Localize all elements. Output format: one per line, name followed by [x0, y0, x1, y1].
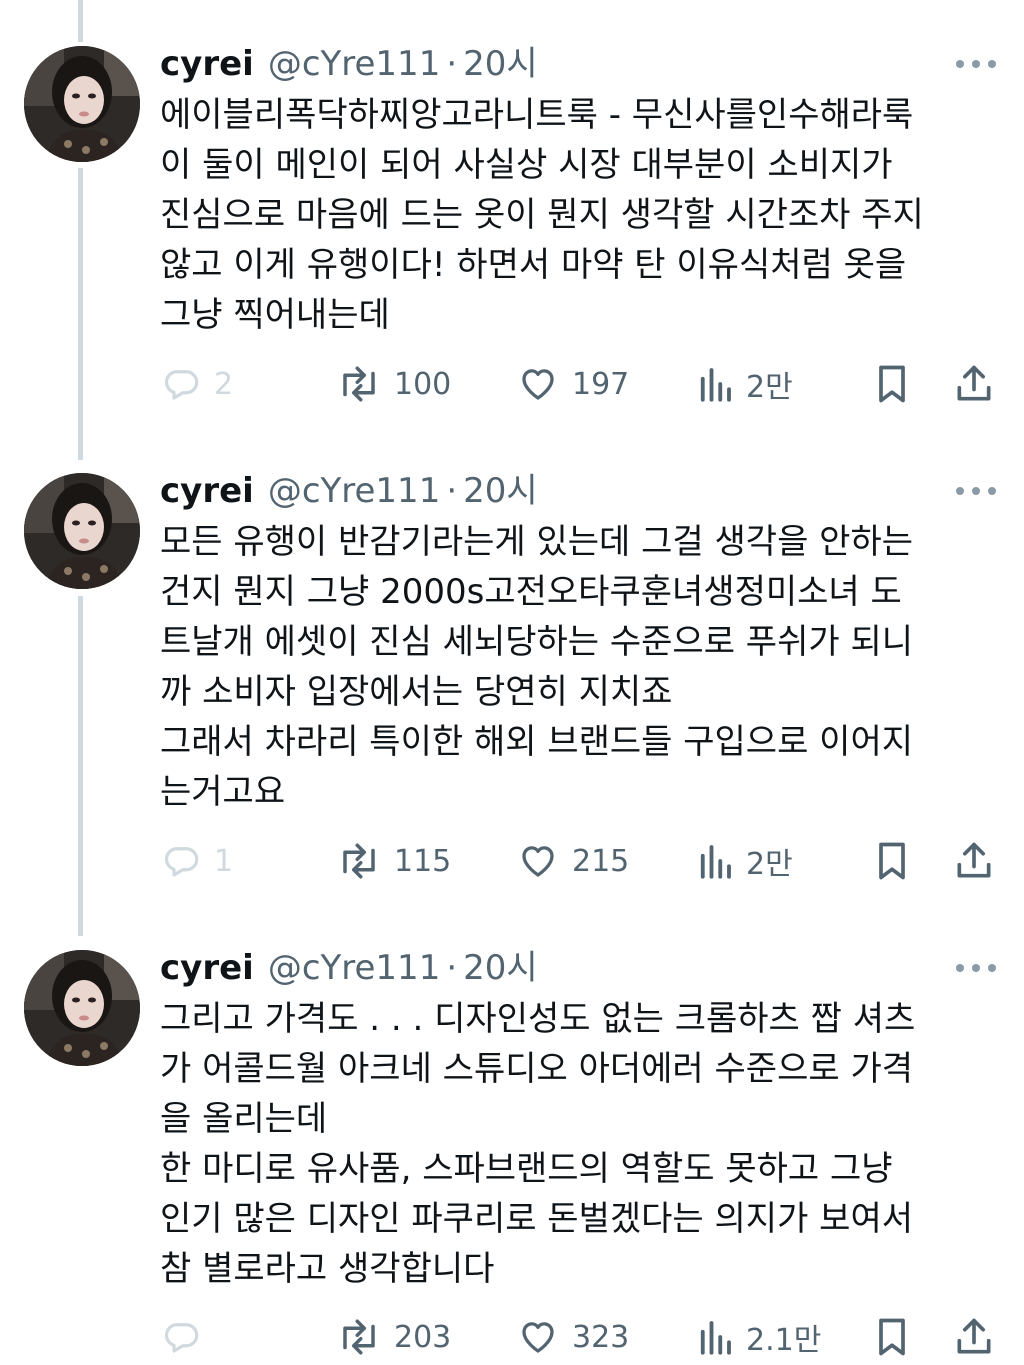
- share-button[interactable]: [952, 1312, 996, 1362]
- tweet[interactable]: cyrei @cYre111 · 20시 모든 유행이 반감기라는게 있는데 그…: [0, 471, 1024, 911]
- retweet-button[interactable]: 100: [336, 359, 451, 409]
- views-icon: [700, 368, 731, 402]
- tweet-header: cyrei @cYre111 · 20시: [160, 948, 538, 988]
- retweet-icon: [343, 843, 375, 879]
- tweet-text: 모든 유행이 반감기라는게 있는데 그걸 생각을 안하는 건지 뭔지 그냥 20…: [160, 522, 914, 812]
- reply-icon: [164, 1323, 199, 1353]
- reply-icon: [164, 847, 199, 877]
- retweet-button[interactable]: 115: [336, 836, 451, 886]
- tweet-text: 그리고 가격도 . . . 디자인성도 없는 크롬하츠 짭 셔츠 가 어콜드월 …: [160, 999, 916, 1289]
- retweet-icon: [343, 1319, 375, 1355]
- bookmark-button[interactable]: [872, 836, 912, 886]
- views-button[interactable]: 2만: [696, 836, 793, 886]
- bookmark-icon: [879, 842, 905, 880]
- more-options-icon[interactable]: [956, 958, 996, 978]
- bookmark-button[interactable]: [872, 359, 912, 409]
- like-button[interactable]: 197: [516, 359, 629, 409]
- views-button[interactable]: 2.1만: [696, 1312, 821, 1362]
- separator: ·: [446, 44, 458, 84]
- tweet[interactable]: cyrei @cYre111 · 20시 에이블리폭닥하찌앙고라니트룩 - 무신…: [0, 44, 1024, 444]
- like-count: 197: [572, 366, 630, 402]
- display-name[interactable]: cyrei: [160, 44, 254, 84]
- like-count: 323: [572, 1319, 630, 1355]
- more-options-icon[interactable]: [956, 481, 996, 501]
- user-handle[interactable]: @cYre111: [268, 44, 441, 84]
- share-icon: [957, 365, 991, 401]
- avatar[interactable]: [24, 950, 140, 1066]
- bookmark-icon: [879, 1318, 905, 1356]
- avatar[interactable]: [24, 46, 140, 162]
- reply-count: 1: [214, 843, 234, 879]
- display-name[interactable]: cyrei: [160, 471, 254, 511]
- retweet-count: 115: [394, 843, 452, 879]
- tweet[interactable]: cyrei @cYre111 · 20시 그리고 가격도 . . . 디자인성도…: [0, 948, 1024, 1365]
- share-button[interactable]: [952, 836, 996, 886]
- views-button[interactable]: 2만: [696, 359, 793, 409]
- avatar[interactable]: [24, 473, 140, 589]
- heart-icon: [522, 1322, 554, 1353]
- timestamp[interactable]: 20시: [463, 948, 538, 988]
- reply-button[interactable]: [160, 1312, 214, 1362]
- share-icon: [957, 842, 991, 878]
- retweet-count: 100: [394, 366, 452, 402]
- like-button[interactable]: 323: [516, 1312, 629, 1362]
- thread-line: [78, 0, 83, 42]
- reply-icon: [164, 370, 199, 400]
- separator: ·: [446, 948, 458, 988]
- user-handle[interactable]: @cYre111: [268, 471, 441, 511]
- like-count: 215: [572, 843, 630, 879]
- tweet-actions: 2 100 197 2만: [160, 359, 1000, 409]
- more-options-icon[interactable]: [956, 54, 996, 74]
- view-count: 2만: [746, 370, 793, 405]
- tweet-header: cyrei @cYre111 · 20시: [160, 44, 538, 84]
- like-button[interactable]: 215: [516, 836, 629, 886]
- view-count: 2만: [746, 847, 793, 882]
- bookmark-icon: [879, 365, 905, 403]
- tweet-actions: 1 115 215 2만: [160, 836, 1000, 886]
- separator: ·: [446, 471, 458, 511]
- heart-icon: [522, 846, 554, 877]
- view-count: 2.1만: [746, 1323, 822, 1358]
- views-icon: [700, 845, 731, 879]
- tweet-header: cyrei @cYre111 · 20시: [160, 471, 538, 511]
- retweet-count: 203: [394, 1319, 452, 1355]
- views-icon: [700, 1321, 731, 1355]
- user-handle[interactable]: @cYre111: [268, 948, 441, 988]
- bookmark-button[interactable]: [872, 1312, 912, 1362]
- tweet-actions: 203 323 2.1만: [160, 1312, 1000, 1362]
- retweet-icon: [343, 366, 375, 402]
- retweet-button[interactable]: 203: [336, 1312, 451, 1362]
- reply-button[interactable]: 1: [160, 836, 233, 886]
- share-icon: [957, 1318, 991, 1354]
- heart-icon: [522, 369, 554, 400]
- reply-count: 2: [214, 366, 234, 402]
- timestamp[interactable]: 20시: [463, 44, 538, 84]
- share-button[interactable]: [952, 359, 996, 409]
- display-name[interactable]: cyrei: [160, 948, 254, 988]
- tweet-text: 에이블리폭닥하찌앙고라니트룩 - 무신사를인수해라룩 이 둘이 메인이 되어 사…: [160, 95, 924, 335]
- reply-button[interactable]: 2: [160, 359, 233, 409]
- timestamp[interactable]: 20시: [463, 471, 538, 511]
